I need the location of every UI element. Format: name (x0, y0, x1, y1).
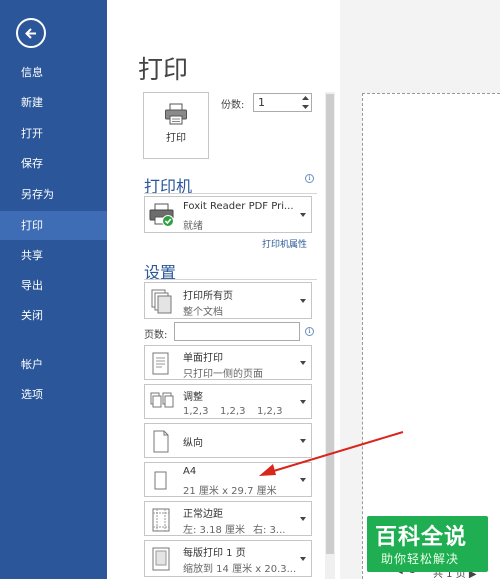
margins-main: 正常边距 (183, 509, 223, 520)
nav-item-info[interactable]: 信息 (0, 59, 107, 87)
collate-main: 调整 (183, 392, 203, 403)
printer-dropdown[interactable]: Foxit Reader PDF Pri... 就绪 (144, 196, 312, 233)
single-sided-icon (152, 352, 169, 375)
nav-item-open[interactable]: 打开 (0, 120, 107, 148)
margins-dropdown[interactable]: 正常边距 左: 3.18 厘米 右: 3... (144, 501, 312, 536)
printer-status: 就绪 (183, 221, 203, 232)
collate-icon (150, 392, 174, 408)
collate-set: 1,2,3 (257, 406, 283, 417)
nav-item-save-as[interactable]: 另存为 (0, 181, 107, 209)
watermark-main: 百科全说 (375, 525, 468, 550)
print-button-label: 打印 (166, 133, 186, 144)
nav-item-new[interactable]: 新建 (0, 89, 107, 117)
pages-label: 页数: (144, 330, 168, 341)
nav-item-share[interactable]: 共享 (0, 242, 107, 270)
settings-scrollbar[interactable] (325, 92, 335, 579)
margins-sub-right: 右: 3... (253, 525, 286, 536)
nav-item-account[interactable]: 帐户 (0, 351, 107, 379)
print-button[interactable]: 打印 (143, 92, 209, 159)
pages-per-sheet-icon (152, 547, 170, 571)
chevron-down-icon (300, 213, 306, 217)
pages-per-sheet-main: 每版打印 1 页 (183, 548, 246, 559)
collate-set: 1,2,3 (220, 406, 246, 417)
back-arrow-icon[interactable] (16, 18, 46, 48)
nav-item-close[interactable]: 关闭 (0, 302, 107, 330)
chevron-down-icon (300, 299, 306, 303)
chevron-down-icon (300, 361, 306, 365)
pages-per-sheet-sub: 缩放到 14 厘米 x 20.3... (183, 564, 297, 575)
paper-size-main: A4 (183, 466, 197, 477)
print-sides-sub: 只打印一侧的页面 (183, 369, 263, 380)
section-divider (144, 193, 317, 194)
copies-label: 份数: (221, 100, 245, 111)
copies-stepper[interactable]: 1 (253, 93, 312, 112)
nav-item-export[interactable]: 导出 (0, 272, 107, 300)
section-divider (144, 279, 317, 280)
paper-size-icon (154, 471, 167, 490)
collate-set: 1,2,3 (183, 406, 209, 417)
print-range-main: 打印所有页 (183, 291, 233, 302)
print-sides-dropdown[interactable]: 单面打印 只打印一侧的页面 (144, 345, 312, 380)
preview-page (362, 93, 500, 579)
margins-sub-left: 左: 3.18 厘米 (183, 525, 245, 536)
paper-size-sub: 21 厘米 x 29.7 厘米 (183, 486, 277, 497)
spin-down-icon[interactable] (301, 103, 310, 111)
scrollbar-thumb[interactable] (326, 94, 334, 554)
info-icon[interactable]: i (305, 327, 314, 336)
watermark-sub: 助你轻松解决 (381, 552, 460, 566)
all-pages-icon (151, 289, 172, 314)
print-range-sub: 整个文档 (183, 307, 223, 318)
chevron-down-icon (300, 517, 306, 521)
annotation-arrow-icon (259, 431, 404, 476)
pages-input[interactable] (174, 322, 300, 341)
printer-ready-icon (149, 203, 174, 227)
info-icon[interactable]: i (305, 174, 314, 183)
printer-properties-link[interactable]: 打印机属性 (262, 237, 307, 250)
page-title: 打印 (138, 55, 189, 84)
nav-item-save[interactable]: 保存 (0, 150, 107, 178)
portrait-icon (153, 430, 169, 453)
orientation-main: 纵向 (183, 438, 203, 449)
spin-up-icon[interactable] (301, 94, 310, 102)
margins-icon (152, 508, 170, 532)
chevron-down-icon (300, 557, 306, 561)
print-sides-main: 单面打印 (183, 353, 223, 364)
backstage-nav: 信息 新建 打开 保存 另存为 打印 共享 导出 关闭 帐户 选项 (0, 0, 107, 579)
printer-name: Foxit Reader PDF Pri... (183, 201, 294, 212)
nav-item-options[interactable]: 选项 (0, 381, 107, 409)
pages-per-sheet-dropdown[interactable]: 每版打印 1 页 缩放到 14 厘米 x 20.3... (144, 540, 312, 577)
print-range-dropdown[interactable]: 打印所有页 整个文档 (144, 282, 312, 319)
nav-item-print[interactable]: 打印 (0, 211, 107, 240)
printer-icon (165, 103, 187, 125)
copies-value: 1 (258, 96, 265, 109)
watermark-logo: 百科全说 助你轻松解决 (367, 516, 488, 572)
chevron-down-icon (300, 400, 306, 404)
